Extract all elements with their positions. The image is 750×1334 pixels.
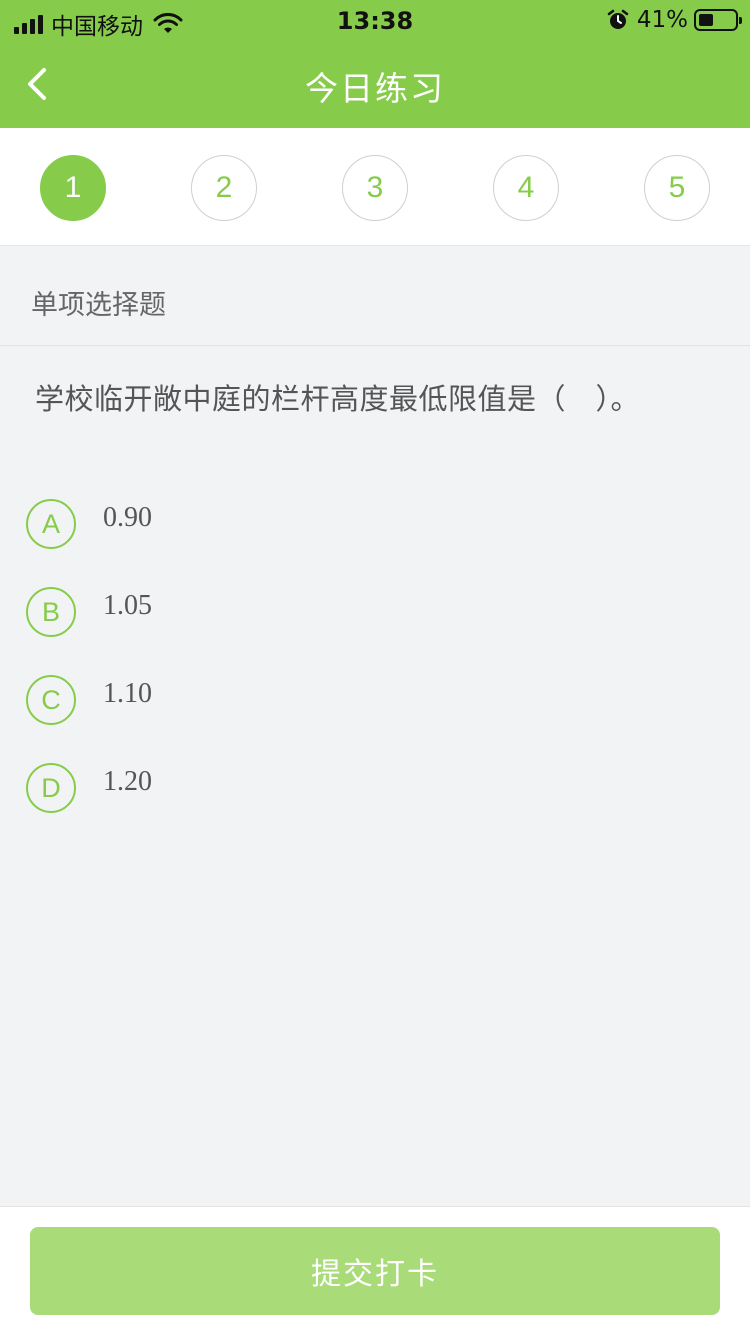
page-title: 今日练习 [305,69,445,108]
step-2[interactable]: 2 [191,155,257,221]
step-3[interactable]: 3 [342,155,408,221]
header: 中国移动 13:38 41% 今日练习 [0,0,750,128]
question-type-label: 单项选择题 [31,290,166,321]
status-bar: 中国移动 13:38 41% [0,0,750,40]
option-b[interactable]: B 1.05 [26,587,716,639]
step-1[interactable]: 1 [40,155,106,221]
footer: 提交打卡 [0,1206,750,1334]
question-type-bar: 单项选择题 [0,247,750,346]
option-text: 1.10 [103,678,152,709]
option-a[interactable]: A 0.90 [26,499,716,551]
option-text: 1.05 [103,590,152,621]
submit-button[interactable]: 提交打卡 [30,1227,720,1315]
option-letter: C [26,675,76,725]
option-c[interactable]: C 1.10 [26,675,716,727]
option-letter: A [26,499,76,549]
alarm-icon [607,9,629,29]
question-stepper: 1 2 3 4 5 [0,128,750,246]
option-text: 1.20 [103,766,152,797]
battery-icon [694,9,742,31]
nav-bar: 今日练习 [0,40,750,128]
option-d[interactable]: D 1.20 [26,763,716,815]
option-letter: D [26,763,76,813]
step-5[interactable]: 5 [644,155,710,221]
question-text: 学校临开敞中庭的栏杆高度最低限值是（ ）。 [35,382,641,416]
step-4[interactable]: 4 [493,155,559,221]
battery-percent: 41% [636,7,688,33]
option-text: 0.90 [103,502,152,533]
option-letter: B [26,587,76,637]
